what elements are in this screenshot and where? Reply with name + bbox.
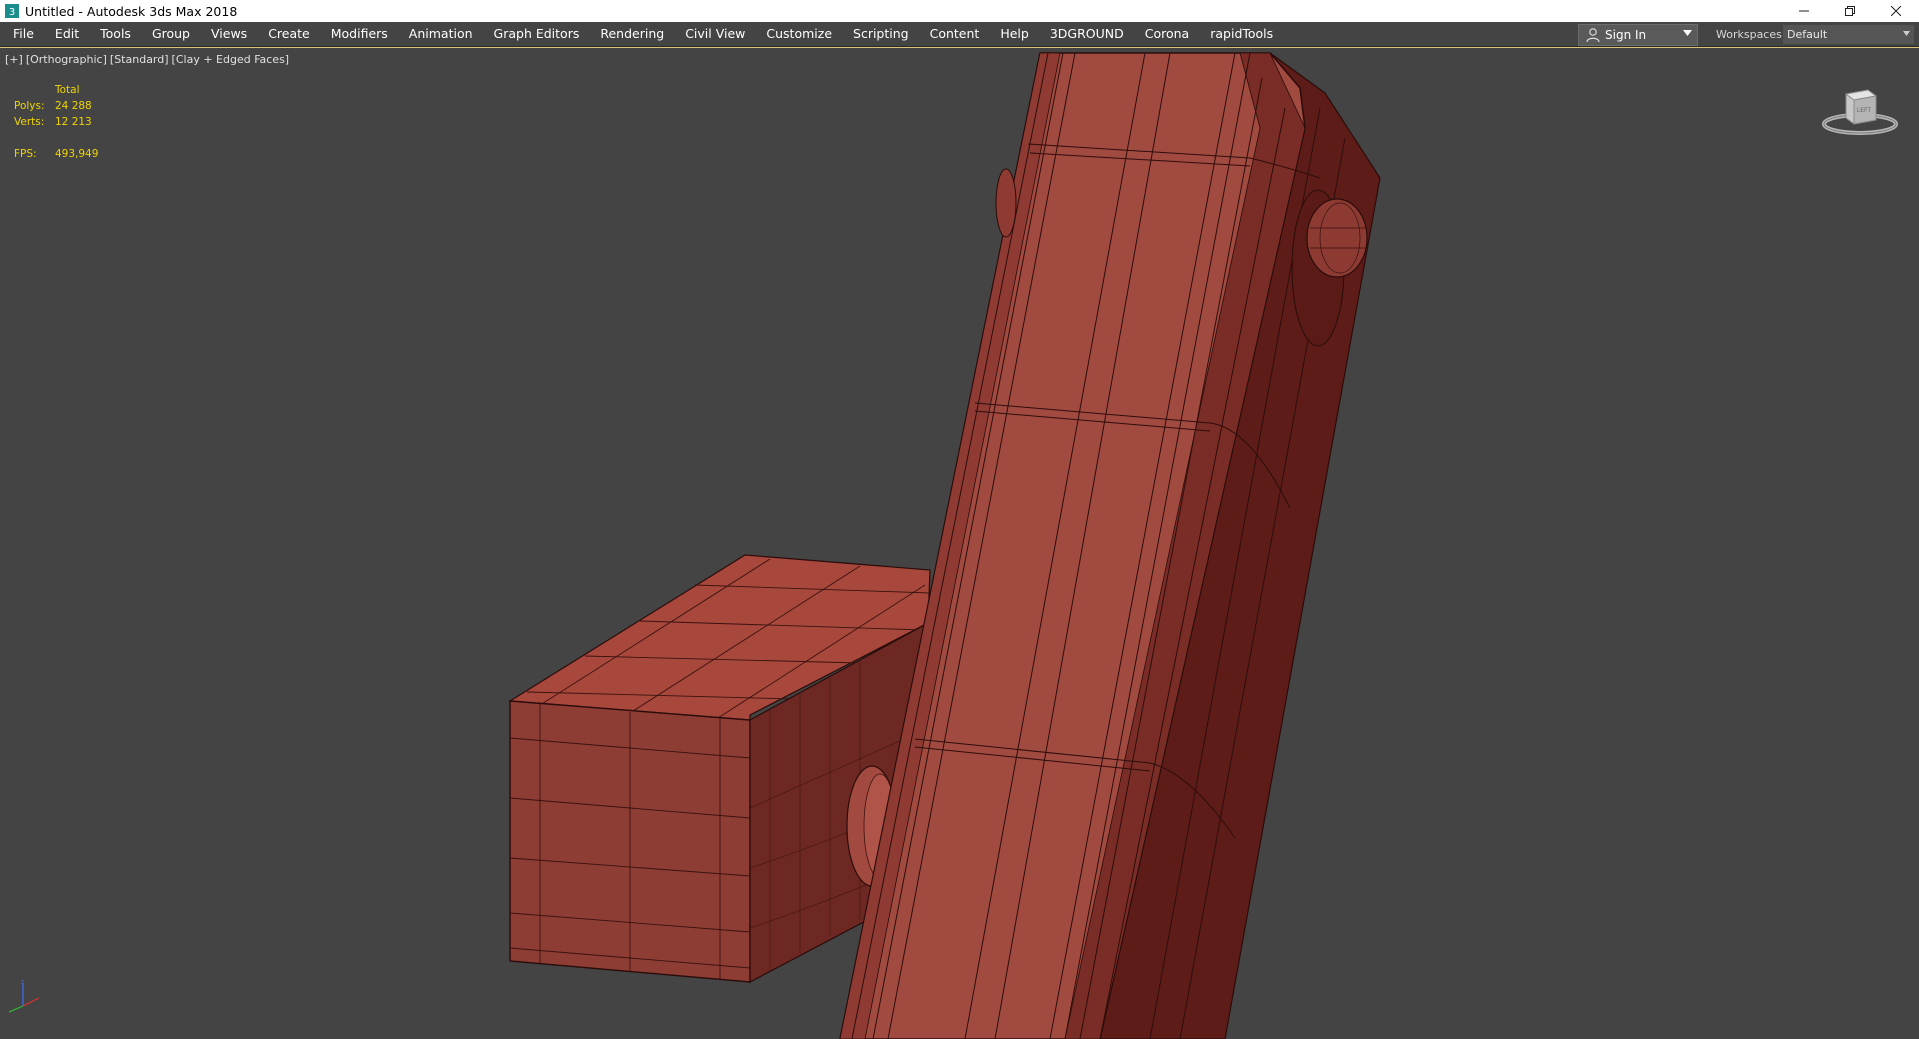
menu-scripting[interactable]: Scripting [843, 22, 920, 46]
menu-modifiers[interactable]: Modifiers [321, 22, 399, 46]
svg-text:3: 3 [9, 7, 15, 18]
3dsmax-app-icon[interactable]: 3 [5, 4, 19, 18]
close-icon [1891, 6, 1901, 16]
axis-tripod-icon: z [8, 979, 40, 1013]
beam-object[interactable] [839, 52, 1381, 1039]
restore-icon [1845, 6, 1855, 16]
perspective-viewport[interactable]: [+] [Orthographic] [Standard] [Clay + Edged… [0, 47, 1919, 1039]
minimize-button[interactable] [1781, 0, 1827, 22]
stats-verts-label: Verts: [14, 116, 45, 128]
viewport-scene[interactable] [0, 48, 1919, 1039]
menu-edit[interactable]: Edit [45, 22, 90, 46]
menu-file[interactable]: File [0, 22, 45, 46]
viewport-shading-label[interactable]: [Standard] [110, 53, 169, 66]
menu-graph-editors[interactable]: Graph Editors [484, 22, 591, 46]
sign-in-label: Sign In [1605, 28, 1647, 42]
menu-group[interactable]: Group [142, 22, 201, 46]
workspaces-dropdown[interactable]: Default [1783, 25, 1914, 44]
workspaces-label: Workspaces: [1716, 28, 1786, 41]
user-icon [1586, 28, 1600, 43]
chevron-down-icon [1683, 30, 1692, 36]
restore-button[interactable] [1827, 0, 1873, 22]
stats-fps-value: 493,949 [55, 148, 99, 160]
menu-content[interactable]: Content [920, 22, 991, 46]
minimize-icon [1799, 10, 1809, 12]
svg-text:z: z [21, 979, 24, 986]
menu-customize[interactable]: Customize [756, 22, 843, 46]
viewport-view-label[interactable]: [Orthographic] [26, 53, 107, 66]
sign-in-button[interactable]: Sign In [1578, 24, 1698, 46]
stats-verts-value: 12 213 [55, 116, 92, 128]
viewcube-icon[interactable]: LEFT [1820, 80, 1900, 136]
menu-help[interactable]: Help [990, 22, 1040, 46]
menu-animation[interactable]: Animation [399, 22, 484, 46]
viewport-menu-plus[interactable]: [+] [5, 53, 23, 66]
workspaces-value: Default [1787, 28, 1828, 41]
stats-total-label: Total [55, 84, 80, 96]
stats-fps-label: FPS: [14, 148, 37, 160]
close-button[interactable] [1873, 0, 1919, 22]
title-bar: 3 Untitled - Autodesk 3ds Max 2018 [0, 0, 1919, 22]
window-controls [1781, 0, 1919, 22]
menu-tools[interactable]: Tools [90, 22, 142, 46]
menu-rapidtools[interactable]: rapidTools [1200, 22, 1284, 46]
chevron-down-icon [1903, 31, 1910, 36]
menu-rendering[interactable]: Rendering [590, 22, 675, 46]
viewport-label[interactable]: [+] [Orthographic] [Standard] [Clay + Edged… [5, 53, 292, 66]
window-title: Untitled - Autodesk 3ds Max 2018 [25, 3, 238, 19]
svg-text:LEFT: LEFT [1857, 107, 1871, 114]
menu-civil-view[interactable]: Civil View [675, 22, 756, 46]
menu-views[interactable]: Views [201, 22, 258, 46]
stats-polys-label: Polys: [14, 100, 45, 112]
viewport-mode-label[interactable]: [Clay + Edged Faces] [172, 53, 290, 66]
menu-corona[interactable]: Corona [1135, 22, 1200, 46]
menu-3dground[interactable]: 3DGROUND [1040, 22, 1135, 46]
menu-create[interactable]: Create [258, 22, 321, 46]
stats-polys-value: 24 288 [55, 100, 92, 112]
